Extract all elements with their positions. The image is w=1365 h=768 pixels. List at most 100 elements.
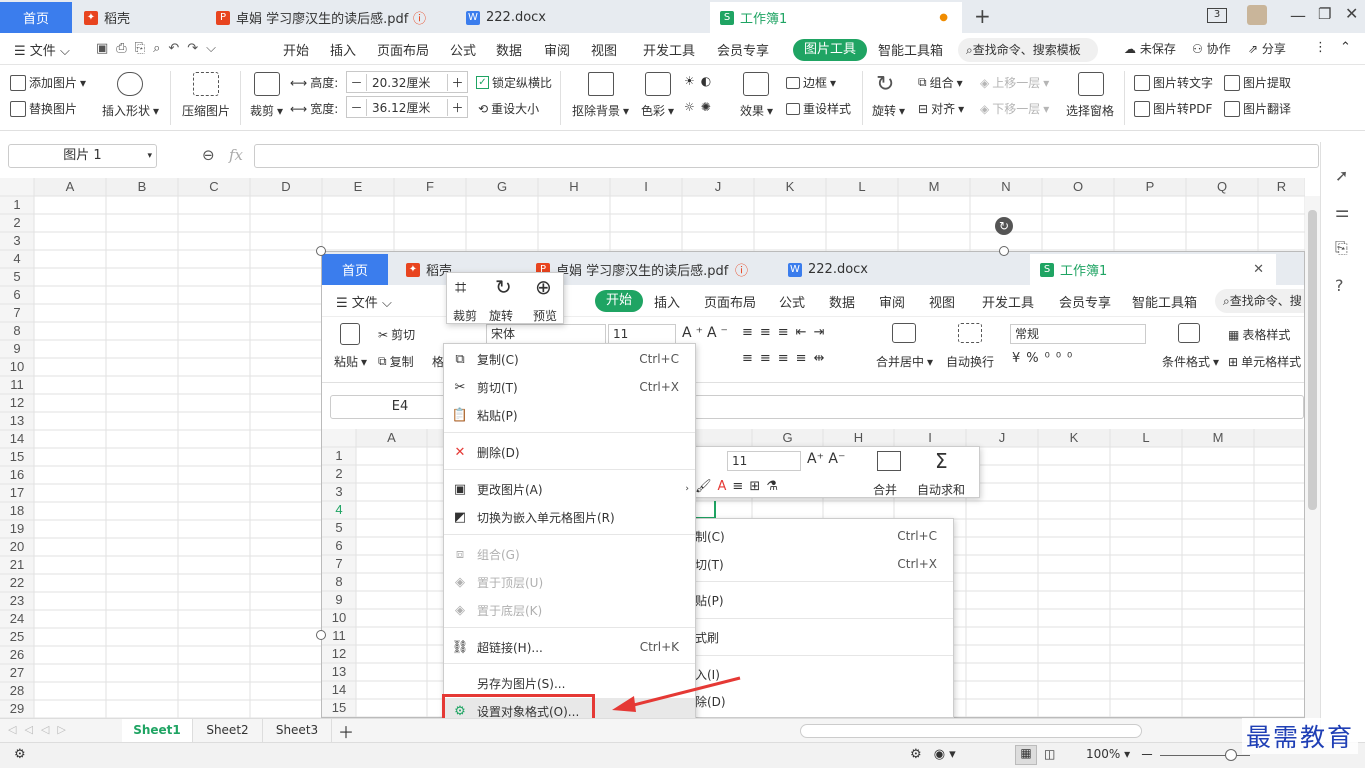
context-menu-item[interactable]: ✂ 剪切(T) Ctrl+X <box>444 374 695 400</box>
menu-formula[interactable]: 公式 <box>450 40 476 59</box>
avatar[interactable] <box>1247 5 1267 25</box>
color-button[interactable]: 色彩 ▾ <box>641 102 674 119</box>
float-preview-label[interactable]: 预览 <box>533 307 557 324</box>
sheet-nav-icons[interactable]: ◁◁◁▷ <box>8 723 74 736</box>
brightness-icons[interactable]: ☀◐ <box>684 74 717 88</box>
vertical-scrollbar[interactable] <box>1305 196 1320 718</box>
row-header[interactable]: 18 <box>10 503 24 518</box>
row-header[interactable]: 22 <box>10 575 24 590</box>
context-menu-item[interactable]: ◩ 切换为嵌入单元格图片(R) <box>444 504 695 530</box>
float-crop-icon[interactable]: ⌗ <box>455 275 466 299</box>
replace-picture-button[interactable]: 替换图片 <box>10 100 77 117</box>
row-header[interactable]: 17 <box>10 485 24 500</box>
row-header[interactable]: 7 <box>13 305 20 320</box>
selection-pane-button[interactable]: 选择窗格 <box>1066 102 1114 119</box>
width-stepper[interactable]: － 36.12厘米＋ <box>346 96 468 118</box>
reset-style-button[interactable]: 重设样式 <box>786 100 851 117</box>
context-menu-item[interactable]: ◈ 置于底层(K) <box>444 597 695 623</box>
row-header[interactable]: 28 <box>10 683 24 698</box>
row-header[interactable]: 21 <box>10 557 24 572</box>
normal-view-icon[interactable]: ▦ <box>1015 745 1037 765</box>
zoom-slider-thumb[interactable] <box>1225 749 1237 761</box>
row-header[interactable]: 24 <box>10 611 24 626</box>
row-header[interactable]: 1 <box>13 197 20 212</box>
effect-button[interactable]: 效果 ▾ <box>740 102 773 119</box>
row-header[interactable]: 16 <box>10 467 24 482</box>
cursor-icon[interactable]: ➚ <box>1335 166 1348 185</box>
remove-bg-button[interactable]: 抠除背景 ▾ <box>572 102 629 119</box>
column-header[interactable]: C <box>209 179 218 194</box>
add-picture-button[interactable]: 添加图片 ▾ <box>10 74 86 91</box>
view-icons[interactable]: ⚙ ◉▾ <box>910 747 960 762</box>
collapse-ribbon-icon[interactable]: ⌃ <box>1340 40 1351 55</box>
border-button[interactable]: 边框 ▾ <box>786 74 836 91</box>
formula-input[interactable] <box>254 144 1319 168</box>
context-menu-item[interactable]: ⧈ 组合(G) <box>444 541 695 567</box>
row-header[interactable]: 19 <box>10 521 24 536</box>
minimize-icon[interactable]: — <box>1290 6 1306 25</box>
rotate-handle-icon[interactable]: ↻ <box>995 217 1013 235</box>
row-header[interactable]: 13 <box>10 413 24 428</box>
menu-file[interactable]: ☰ 文件 ⌵ <box>14 40 70 59</box>
column-header[interactable]: P <box>1146 179 1155 194</box>
context-menu-item[interactable]: ▣ 更改图片(A) › <box>444 476 695 502</box>
name-box[interactable]: 图片 1 ▾ <box>8 144 157 168</box>
restore-icon[interactable]: ❐ <box>1318 5 1331 23</box>
tab-workbook[interactable]: S 工作簿1 ● <box>710 2 962 33</box>
column-header[interactable]: N <box>1001 179 1010 194</box>
row-header[interactable]: 9 <box>13 341 20 356</box>
row-header[interactable]: 25 <box>10 629 24 644</box>
menu-page-layout[interactable]: 页面布局 <box>377 40 429 59</box>
row-header[interactable]: 2 <box>13 215 20 230</box>
collab-button[interactable]: ⚇ 协作 <box>1192 40 1231 57</box>
height-plus-button[interactable]: ＋ <box>447 73 467 91</box>
float-rotate-label[interactable]: 旋转 <box>489 307 513 324</box>
contrast-icons[interactable]: ☼✺ <box>684 100 717 114</box>
column-header[interactable]: A <box>66 179 75 194</box>
float-rotate-icon[interactable]: ↻ <box>495 275 512 299</box>
crop-button[interactable]: 裁剪 ▾ <box>250 102 283 119</box>
column-header[interactable]: Q <box>1217 179 1227 194</box>
height-value[interactable]: 20.32厘米 <box>367 74 447 91</box>
rotate-button[interactable]: 旋转 ▾ <box>872 102 905 119</box>
window-count-badge[interactable]: 3 <box>1207 8 1227 23</box>
add-sheet-button[interactable]: ＋ <box>338 719 354 743</box>
context-menu-item[interactable]: ✕ 删除(D) <box>444 439 695 465</box>
search-command[interactable]: ⌕查找命令、搜索模板 <box>958 38 1098 62</box>
pic-translate-button[interactable]: 图片翻译 <box>1224 100 1291 117</box>
column-header[interactable]: L <box>858 179 865 194</box>
row-header[interactable]: 23 <box>10 593 24 608</box>
zoom-out-icon[interactable]: － <box>1140 745 1154 765</box>
row-header[interactable]: 26 <box>10 647 24 662</box>
row-header[interactable]: 3 <box>13 233 20 248</box>
row-header[interactable]: 27 <box>10 665 24 680</box>
sheet-tab-2[interactable]: Sheet2 <box>192 719 262 742</box>
row-header[interactable]: 12 <box>10 395 24 410</box>
new-tab-button[interactable]: + <box>974 4 991 28</box>
bring-forward-button[interactable]: ◈ 上移一层 ▾ <box>980 74 1049 91</box>
scrollbar-thumb[interactable] <box>1308 210 1317 510</box>
column-header[interactable]: D <box>281 179 290 194</box>
compress-picture-button[interactable]: 压缩图片 <box>182 102 230 119</box>
zoom-level[interactable]: 100% ▾ <box>1086 747 1130 761</box>
row-header[interactable]: 5 <box>13 269 20 284</box>
row-header[interactable]: 14 <box>10 431 24 446</box>
row-header[interactable]: 11 <box>10 377 24 392</box>
row-header[interactable]: 10 <box>10 359 24 374</box>
close-window-icon[interactable]: ✕ <box>1345 4 1358 23</box>
resize-handle-left[interactable] <box>316 630 326 640</box>
group-button[interactable]: ⧉ 组合 ▾ <box>918 74 963 91</box>
column-header[interactable]: F <box>426 179 434 194</box>
column-header[interactable]: I <box>644 179 648 194</box>
row-header[interactable]: 8 <box>13 323 20 338</box>
column-header[interactable]: R <box>1277 179 1286 194</box>
quick-access-icons[interactable]: ▣⎙⎘⌕↶↷⌵ <box>96 41 224 56</box>
width-minus-button[interactable]: － <box>347 98 367 116</box>
menu-review[interactable]: 审阅 <box>544 40 570 59</box>
sheet-tab-1[interactable]: Sheet1 <box>122 719 192 742</box>
sheet-tab-3[interactable]: Sheet3 <box>262 719 332 742</box>
help-icon[interactable]: ? <box>1335 276 1344 295</box>
unsaved-button[interactable]: ☁ 未保存 <box>1124 40 1176 57</box>
tab-pdf[interactable]: P 卓娟 学习廖汉生的读后感.pdf ⓘ <box>206 2 454 33</box>
width-value[interactable]: 36.12厘米 <box>367 99 447 116</box>
